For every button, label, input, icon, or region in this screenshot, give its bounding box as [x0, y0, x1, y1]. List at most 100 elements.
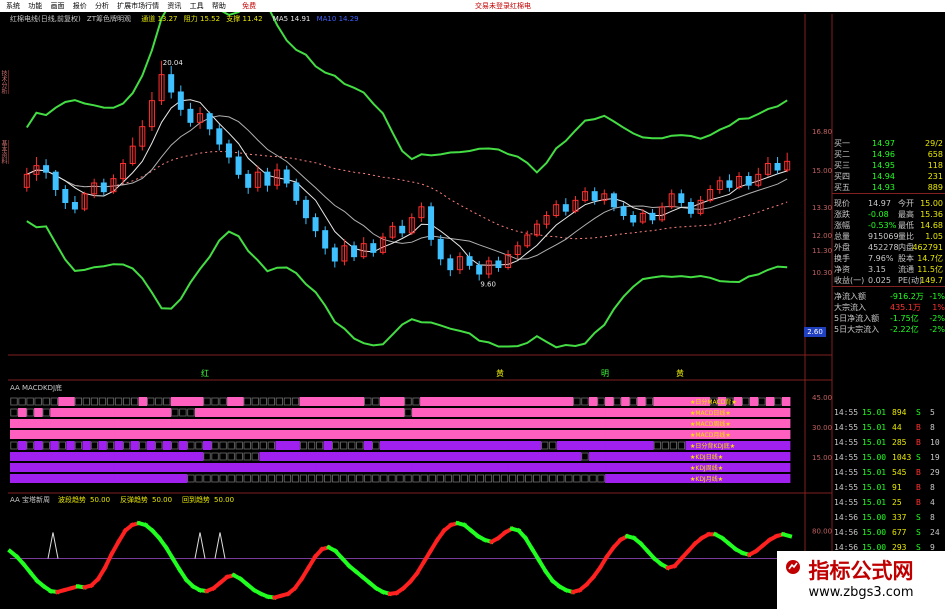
- heatmap-cell-off: [581, 452, 589, 461]
- heatmap-cell-on: [42, 452, 51, 461]
- heatmap-cell-off: [219, 397, 227, 406]
- tick-count: 4: [930, 498, 935, 507]
- heatmap-cell-on: [588, 430, 598, 439]
- flow-percent: 1%: [932, 303, 945, 312]
- menu-item-view[interactable]: 画面: [50, 0, 64, 12]
- heatmap-cell-on: [757, 430, 767, 439]
- heatmap-cell-on: [74, 452, 83, 461]
- order-price: 14.95: [872, 161, 895, 170]
- heatmap-cell-on: [323, 397, 333, 406]
- heatmap-cell-on: [363, 430, 373, 439]
- heatmap-cell-on: [564, 430, 574, 439]
- menu-item-news[interactable]: 资讯: [167, 0, 181, 12]
- heatmap-cell-on: [725, 452, 735, 461]
- heatmap-cell-on: [677, 474, 686, 483]
- heatmap-cell-on: [235, 397, 244, 406]
- heatmap-cell-on: [492, 452, 501, 461]
- flow-percent: -1%: [929, 292, 945, 301]
- heatmap-cell-on: [741, 408, 751, 417]
- heatmap-cell-off: [259, 397, 267, 406]
- heatmap-cell-on: [178, 441, 188, 450]
- tab-technical-analysis[interactable]: 技术分析: [0, 70, 9, 94]
- heatmap-cell-off: [42, 397, 50, 406]
- tick-price: 15.01: [862, 423, 887, 432]
- heatmap-cell-on: [194, 430, 204, 439]
- heatmap-cell-on: [653, 397, 662, 406]
- heatmap-cell-on: [661, 452, 670, 461]
- heatmap-cell-off: [26, 397, 34, 406]
- heatmap-cell-off: [163, 397, 171, 406]
- heatmap-cell-on: [146, 452, 156, 461]
- heatmap-cell-on: [749, 474, 759, 483]
- candle-body: [370, 243, 377, 253]
- candle-body: [283, 169, 290, 184]
- heatmap-cell-on: [355, 408, 365, 417]
- menu-item-analysis[interactable]: 分析: [95, 0, 109, 12]
- menu-item-quote[interactable]: 报价: [73, 0, 87, 12]
- candle-body: [591, 191, 598, 201]
- flow-row: 净流入额 -916.2万 -1%: [832, 291, 945, 302]
- heatmap-cell-on: [331, 430, 341, 439]
- heatmap-cell-off: [348, 474, 356, 483]
- tick-count: 29: [930, 468, 940, 477]
- heatmap-cell-on: [516, 441, 526, 450]
- heatmap-cell-on: [741, 419, 751, 428]
- menu-item-help[interactable]: 帮助: [212, 0, 226, 12]
- heatmap-cell-on: [500, 441, 509, 450]
- tick-count: 5: [930, 408, 935, 417]
- menu-item-tools[interactable]: 工具: [190, 0, 204, 12]
- heatmap-cell-on: [428, 408, 437, 417]
- heatmap-cell-on: [404, 463, 413, 472]
- heatmap-cell-off: [484, 474, 493, 483]
- stat-value: 14.68: [920, 221, 943, 230]
- heatmap-cell-on: [138, 397, 148, 406]
- heatmap-cell-on: [146, 474, 156, 483]
- heatmap-cell-on: [468, 397, 477, 406]
- menu-item-free[interactable]: 免费: [242, 0, 256, 12]
- heatmap-cell-on: [98, 474, 107, 483]
- heatmap-cell-on: [476, 452, 485, 461]
- heatmap-cell-on: [781, 474, 791, 483]
- heatmap-cell-on: [186, 463, 196, 472]
- heatmap-cell-on: [363, 441, 373, 450]
- stat-row: 收益(一) 0.025 PE(动) 149.7: [832, 275, 945, 286]
- heatmap-cell-on: [235, 430, 244, 439]
- heatmap-cell-off: [50, 397, 58, 406]
- heatmap-tick-label: 30.00: [812, 424, 832, 432]
- heatmap-cell-on: [275, 463, 284, 472]
- heatmap-cell-on: [186, 430, 196, 439]
- menu-item-function[interactable]: 功能: [28, 0, 42, 12]
- heatmap-cell-on: [637, 463, 646, 472]
- heatmap-cell-on: [508, 397, 517, 406]
- tab-basic-info[interactable]: 基本资料: [0, 140, 9, 164]
- heatmap-cell-on: [299, 419, 308, 428]
- ma5-value: 14.91: [290, 15, 311, 23]
- stat-label: 净资: [834, 265, 850, 274]
- heatmap-cell-on: [653, 474, 662, 483]
- menu-item-system[interactable]: 系统: [6, 0, 20, 12]
- heatmap-cell-on: [315, 419, 325, 428]
- heatmap-cell-on: [50, 474, 59, 483]
- tick-time: 14:56: [834, 513, 859, 522]
- heatmap-cell-on: [572, 419, 582, 428]
- price-tick-label: 13.30: [812, 204, 832, 212]
- login-status[interactable]: 交易未登录: [475, 0, 510, 12]
- heatmap-row-label: ★KDJ周线★: [690, 464, 723, 472]
- heatmap-cell-off: [155, 397, 163, 406]
- heatmap-cell-on: [773, 419, 783, 428]
- heatmap-cell-on: [749, 397, 759, 406]
- heatmap-cell-off: [211, 474, 219, 483]
- heatmap-cell-off: [42, 408, 50, 417]
- heatmap-cell-on: [227, 463, 236, 472]
- heatmap-cell-on: [677, 408, 686, 417]
- heatmap-cell-on: [757, 408, 767, 417]
- heatmap-cell-on: [315, 463, 325, 472]
- ma10-line: [26, 115, 788, 260]
- heatmap-cell-on: [572, 463, 582, 472]
- heatmap-cell-on: [765, 397, 775, 406]
- stock-period-label: 红棉电线(日线,前复权): [10, 15, 81, 23]
- menu-item-ext-market[interactable]: 扩展市场行情: [117, 0, 159, 12]
- heatmap-cell-on: [186, 419, 196, 428]
- heatmap-cell-on: [588, 397, 598, 406]
- heatmap-cell-on: [669, 419, 678, 428]
